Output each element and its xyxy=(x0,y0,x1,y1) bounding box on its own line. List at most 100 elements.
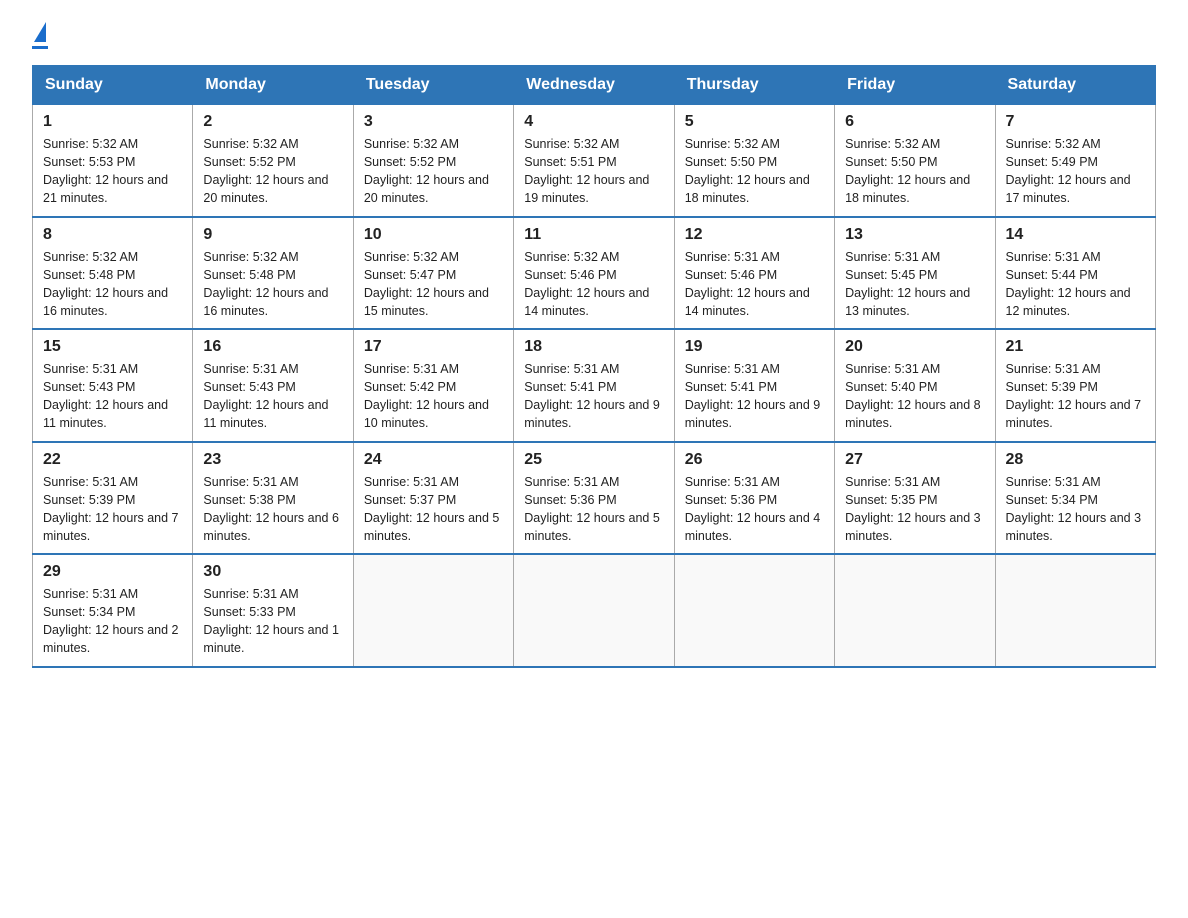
day-info: Sunrise: 5:31 AMSunset: 5:43 PMDaylight:… xyxy=(203,360,342,433)
day-number: 11 xyxy=(524,226,663,244)
calendar-header-friday: Friday xyxy=(835,66,995,105)
day-number: 19 xyxy=(685,338,824,356)
day-number: 27 xyxy=(845,451,984,469)
calendar-cell: 26 Sunrise: 5:31 AMSunset: 5:36 PMDayligh… xyxy=(674,442,834,555)
calendar-cell: 4Sunrise: 5:32 AMSunset: 5:51 PMDaylight… xyxy=(514,105,674,217)
day-number: 24 xyxy=(364,451,503,469)
day-info: Sunrise: 5:31 AMSunset: 5:35 PMDaylight:… xyxy=(845,473,984,546)
calendar-header-wednesday: Wednesday xyxy=(514,66,674,105)
day-info: Sunrise: 5:31 AMSunset: 5:33 PMDaylight:… xyxy=(203,585,342,658)
day-info: Sunrise: 5:31 AMSunset: 5:43 PMDaylight:… xyxy=(43,360,182,433)
day-info: Sunrise: 5:31 AMSunset: 5:39 PMDaylight:… xyxy=(1006,360,1145,433)
day-number: 26 xyxy=(685,451,824,469)
calendar-cell: 20 Sunrise: 5:31 AMSunset: 5:40 PMDayligh… xyxy=(835,329,995,442)
calendar-cell xyxy=(674,554,834,667)
calendar-cell: 24 Sunrise: 5:31 AMSunset: 5:37 PMDayligh… xyxy=(353,442,513,555)
logo-triangle-icon xyxy=(34,22,46,42)
day-number: 2 xyxy=(203,113,342,131)
day-number: 17 xyxy=(364,338,503,356)
day-info: Sunrise: 5:32 AMSunset: 5:52 PMDaylight:… xyxy=(203,135,342,208)
calendar-cell: 23Sunrise: 5:31 AMSunset: 5:38 PMDayligh… xyxy=(193,442,353,555)
day-info: Sunrise: 5:31 AMSunset: 5:44 PMDaylight:… xyxy=(1006,248,1145,321)
day-info: Sunrise: 5:32 AMSunset: 5:52 PMDaylight:… xyxy=(364,135,503,208)
calendar-header-monday: Monday xyxy=(193,66,353,105)
calendar-cell: 15 Sunrise: 5:31 AMSunset: 5:43 PMDayligh… xyxy=(33,329,193,442)
day-info: Sunrise: 5:32 AMSunset: 5:49 PMDaylight:… xyxy=(1006,135,1145,208)
calendar-cell: 21 Sunrise: 5:31 AMSunset: 5:39 PMDayligh… xyxy=(995,329,1155,442)
calendar-week-row: 1 Sunrise: 5:32 AMSunset: 5:53 PMDaylight… xyxy=(33,105,1156,217)
calendar-cell: 25 Sunrise: 5:31 AMSunset: 5:36 PMDayligh… xyxy=(514,442,674,555)
calendar-cell: 10Sunrise: 5:32 AMSunset: 5:47 PMDayligh… xyxy=(353,217,513,330)
day-number: 15 xyxy=(43,338,182,356)
day-number: 28 xyxy=(1006,451,1145,469)
day-info: Sunrise: 5:32 AMSunset: 5:48 PMDaylight:… xyxy=(43,248,182,321)
calendar-cell: 2 Sunrise: 5:32 AMSunset: 5:52 PMDaylight… xyxy=(193,105,353,217)
day-info: Sunrise: 5:32 AMSunset: 5:46 PMDaylight:… xyxy=(524,248,663,321)
day-info: Sunrise: 5:31 AMSunset: 5:40 PMDaylight:… xyxy=(845,360,984,433)
day-info: Sunrise: 5:31 AMSunset: 5:46 PMDaylight:… xyxy=(685,248,824,321)
day-info: Sunrise: 5:31 AMSunset: 5:37 PMDaylight:… xyxy=(364,473,503,546)
logo xyxy=(32,24,48,49)
calendar-week-row: 8 Sunrise: 5:32 AMSunset: 5:48 PMDaylight… xyxy=(33,217,1156,330)
calendar-cell: 29 Sunrise: 5:31 AMSunset: 5:34 PMDayligh… xyxy=(33,554,193,667)
calendar-cell: 30 Sunrise: 5:31 AMSunset: 5:33 PMDayligh… xyxy=(193,554,353,667)
day-number: 20 xyxy=(845,338,984,356)
calendar-week-row: 22Sunrise: 5:31 AMSunset: 5:39 PMDayligh… xyxy=(33,442,1156,555)
calendar-cell xyxy=(514,554,674,667)
day-number: 29 xyxy=(43,563,182,581)
calendar-cell: 11 Sunrise: 5:32 AMSunset: 5:46 PMDayligh… xyxy=(514,217,674,330)
calendar-cell: 12 Sunrise: 5:31 AMSunset: 5:46 PMDayligh… xyxy=(674,217,834,330)
calendar-cell: 3Sunrise: 5:32 AMSunset: 5:52 PMDaylight… xyxy=(353,105,513,217)
calendar-week-row: 29 Sunrise: 5:31 AMSunset: 5:34 PMDayligh… xyxy=(33,554,1156,667)
day-info: Sunrise: 5:32 AMSunset: 5:53 PMDaylight:… xyxy=(43,135,182,208)
calendar-cell: 7 Sunrise: 5:32 AMSunset: 5:49 PMDaylight… xyxy=(995,105,1155,217)
day-number: 12 xyxy=(685,226,824,244)
day-number: 6 xyxy=(845,113,984,131)
calendar-cell: 19 Sunrise: 5:31 AMSunset: 5:41 PMDayligh… xyxy=(674,329,834,442)
calendar-cell: 1 Sunrise: 5:32 AMSunset: 5:53 PMDaylight… xyxy=(33,105,193,217)
day-number: 21 xyxy=(1006,338,1145,356)
calendar-cell: 16 Sunrise: 5:31 AMSunset: 5:43 PMDayligh… xyxy=(193,329,353,442)
day-info: Sunrise: 5:32 AMSunset: 5:50 PMDaylight:… xyxy=(845,135,984,208)
calendar-cell xyxy=(835,554,995,667)
day-number: 8 xyxy=(43,226,182,244)
day-info: Sunrise: 5:32 AMSunset: 5:51 PMDaylight:… xyxy=(524,135,663,208)
day-info: Sunrise: 5:32 AMSunset: 5:50 PMDaylight:… xyxy=(685,135,824,208)
calendar-cell: 13Sunrise: 5:31 AMSunset: 5:45 PMDayligh… xyxy=(835,217,995,330)
calendar-table: SundayMondayTuesdayWednesdayThursdayFrid… xyxy=(32,65,1156,668)
calendar-cell: 27 Sunrise: 5:31 AMSunset: 5:35 PMDayligh… xyxy=(835,442,995,555)
calendar-cell: 9 Sunrise: 5:32 AMSunset: 5:48 PMDaylight… xyxy=(193,217,353,330)
day-info: Sunrise: 5:32 AMSunset: 5:48 PMDaylight:… xyxy=(203,248,342,321)
day-info: Sunrise: 5:31 AMSunset: 5:38 PMDaylight:… xyxy=(203,473,342,546)
calendar-header-sunday: Sunday xyxy=(33,66,193,105)
day-number: 5 xyxy=(685,113,824,131)
calendar-cell: 18 Sunrise: 5:31 AMSunset: 5:41 PMDayligh… xyxy=(514,329,674,442)
calendar-cell: 28Sunrise: 5:31 AMSunset: 5:34 PMDayligh… xyxy=(995,442,1155,555)
calendar-header-thursday: Thursday xyxy=(674,66,834,105)
day-info: Sunrise: 5:31 AMSunset: 5:42 PMDaylight:… xyxy=(364,360,503,433)
day-info: Sunrise: 5:31 AMSunset: 5:34 PMDaylight:… xyxy=(43,585,182,658)
day-number: 16 xyxy=(203,338,342,356)
day-number: 22 xyxy=(43,451,182,469)
calendar-header-saturday: Saturday xyxy=(995,66,1155,105)
day-number: 7 xyxy=(1006,113,1145,131)
calendar-cell: 5 Sunrise: 5:32 AMSunset: 5:50 PMDaylight… xyxy=(674,105,834,217)
day-info: Sunrise: 5:31 AMSunset: 5:41 PMDaylight:… xyxy=(524,360,663,433)
logo-underline xyxy=(32,46,48,49)
calendar-cell xyxy=(353,554,513,667)
day-info: Sunrise: 5:31 AMSunset: 5:41 PMDaylight:… xyxy=(685,360,824,433)
day-info: Sunrise: 5:31 AMSunset: 5:36 PMDaylight:… xyxy=(524,473,663,546)
day-number: 25 xyxy=(524,451,663,469)
calendar-cell: 6 Sunrise: 5:32 AMSunset: 5:50 PMDaylight… xyxy=(835,105,995,217)
day-number: 1 xyxy=(43,113,182,131)
day-number: 9 xyxy=(203,226,342,244)
day-info: Sunrise: 5:32 AMSunset: 5:47 PMDaylight:… xyxy=(364,248,503,321)
calendar-week-row: 15 Sunrise: 5:31 AMSunset: 5:43 PMDayligh… xyxy=(33,329,1156,442)
day-number: 30 xyxy=(203,563,342,581)
calendar-cell: 14Sunrise: 5:31 AMSunset: 5:44 PMDayligh… xyxy=(995,217,1155,330)
day-info: Sunrise: 5:31 AMSunset: 5:36 PMDaylight:… xyxy=(685,473,824,546)
day-number: 18 xyxy=(524,338,663,356)
calendar-header-row: SundayMondayTuesdayWednesdayThursdayFrid… xyxy=(33,66,1156,105)
calendar-cell: 8 Sunrise: 5:32 AMSunset: 5:48 PMDaylight… xyxy=(33,217,193,330)
calendar-header-tuesday: Tuesday xyxy=(353,66,513,105)
